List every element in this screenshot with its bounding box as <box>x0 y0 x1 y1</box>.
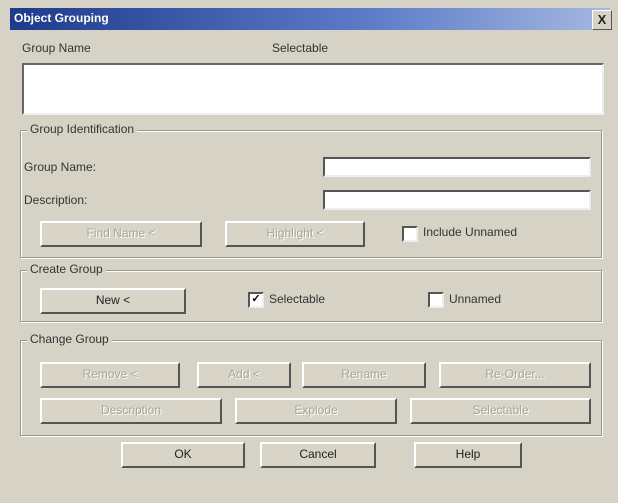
description-label: Description: <box>24 193 88 207</box>
group-identification-legend: Group Identification <box>27 122 138 136</box>
group-name-input[interactable] <box>323 157 591 177</box>
rename-button[interactable]: Rename <box>302 362 426 388</box>
column-header-group-name[interactable]: Group Name <box>22 41 91 55</box>
column-header-selectable[interactable]: Selectable <box>272 41 328 55</box>
description-input[interactable] <box>323 190 591 210</box>
selectable-checkbox[interactable]: ✓ <box>248 292 264 308</box>
ok-button[interactable]: OK <box>121 442 245 468</box>
highlight-button[interactable]: Highlight < <box>225 221 365 247</box>
remove-button[interactable]: Remove < <box>40 362 180 388</box>
include-unnamed-checkbox[interactable] <box>402 226 418 242</box>
description-button[interactable]: Description <box>40 398 222 424</box>
include-unnamed-label: Include Unnamed <box>423 225 518 239</box>
group-list[interactable] <box>22 63 604 115</box>
help-button[interactable]: Help <box>414 442 522 468</box>
window-title: Object Grouping <box>14 11 109 25</box>
unnamed-label: Unnamed <box>449 292 502 306</box>
reorder-button[interactable]: Re-Order... <box>439 362 591 388</box>
cancel-button[interactable]: Cancel <box>260 442 376 468</box>
selectable-button[interactable]: Selectable <box>410 398 591 424</box>
group-name-label: Group Name: <box>24 160 97 174</box>
checkmark-icon: ✓ <box>251 293 261 305</box>
title-bar: Object Grouping <box>10 8 610 30</box>
create-group-legend: Create Group <box>27 262 106 276</box>
close-button[interactable]: X <box>592 10 612 30</box>
selectable-label: Selectable <box>269 292 326 306</box>
change-group-legend: Change Group <box>27 332 112 346</box>
new-button[interactable]: New < <box>40 288 186 314</box>
unnamed-checkbox[interactable] <box>428 292 444 308</box>
close-icon: X <box>597 12 607 27</box>
add-button[interactable]: Add < <box>197 362 291 388</box>
explode-button[interactable]: Explode <box>235 398 397 424</box>
object-grouping-dialog: Object Grouping X Group Name Selectable … <box>0 0 618 503</box>
find-name-button[interactable]: Find Name < <box>40 221 202 247</box>
